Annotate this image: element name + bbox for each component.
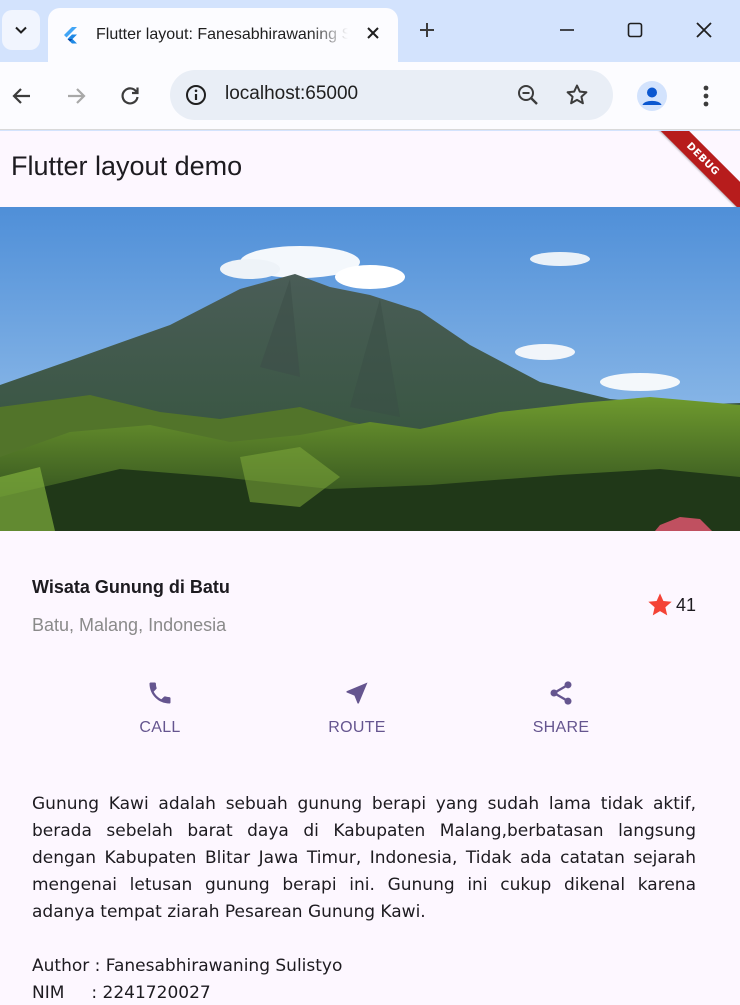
maximize-button[interactable] [615,12,655,48]
title-section: Wisata Gunung di Batu Batu, Malang, Indo… [32,577,696,635]
button-section: CALL ROUTE SHARE [0,679,740,759]
tab-strip: Flutter layout: Fanesabhirawaning Sulist… [0,0,740,62]
route-label: ROUTE [328,719,386,736]
site-info-button[interactable] [178,77,214,113]
zoom-button[interactable] [512,79,544,111]
near-me-icon [346,682,368,704]
profile-button[interactable] [632,76,672,116]
rating: 41 [646,591,696,619]
app-bar-title: Flutter layout demo [11,151,243,181]
call-button[interactable]: CALL [100,679,220,737]
author-line: Author : Fanesabhirawaning Sulistyo [32,956,343,976]
author-info: Author : Fanesabhirawaning Sulistyo NIM :… [32,953,342,1005]
info-icon [186,85,206,105]
place-name: Wisata Gunung di Batu [32,577,230,597]
new-tab-button[interactable] [412,14,442,46]
minimize-icon [560,29,574,31]
more-vert-icon [703,85,709,107]
share-button[interactable]: SHARE [501,679,621,737]
place-location: Batu, Malang, Indonesia [32,615,227,635]
tab-search-button[interactable] [2,10,40,50]
browser-toolbar: localhost:65000 [0,62,740,130]
url-text[interactable]: localhost:65000 [225,83,358,105]
forward-arrow-icon [68,88,86,104]
mountain-image [0,207,740,531]
profile-icon [637,81,667,111]
flutter-icon [64,27,77,44]
share-label: SHARE [532,719,590,736]
call-label: CALL [139,719,181,736]
reload-button[interactable] [110,76,150,116]
share-icon [550,681,572,705]
rating-count: 41 [675,594,696,615]
nim-line: NIM : 2241720027 [32,983,211,1003]
back-arrow-icon [12,88,30,104]
address-bar[interactable]: localhost:65000 [170,70,613,120]
chevron-down-icon [15,26,27,34]
menu-button[interactable] [686,76,726,116]
tab-title: Flutter layout: Fanesabhirawaning Sulist… [96,26,348,43]
back-button[interactable] [2,76,42,116]
bookmark-button[interactable] [561,79,593,111]
zoom-icon [518,85,538,105]
description-text: Gunung Kawi adalah sebuah gunung berapi … [32,794,696,922]
star-icon [566,84,588,105]
app-bar: Flutter layout demo [0,131,740,207]
route-button[interactable]: ROUTE [297,679,417,737]
tab-close-button[interactable] [362,22,384,44]
flutter-app: Flutter layout demo DEBUG Wisata Gunung … [0,131,740,1005]
window-close-button[interactable] [684,12,724,48]
maximize-icon [627,22,643,38]
phone-icon [149,682,171,704]
close-icon [367,27,379,39]
star-icon [648,593,672,616]
window-close-icon [696,22,712,38]
forward-button[interactable] [56,76,96,116]
minimize-button[interactable] [547,12,587,48]
browser-tab[interactable]: Flutter layout: Fanesabhirawaning Sulist… [48,8,398,62]
reload-icon [121,87,139,105]
plus-icon [420,23,434,37]
